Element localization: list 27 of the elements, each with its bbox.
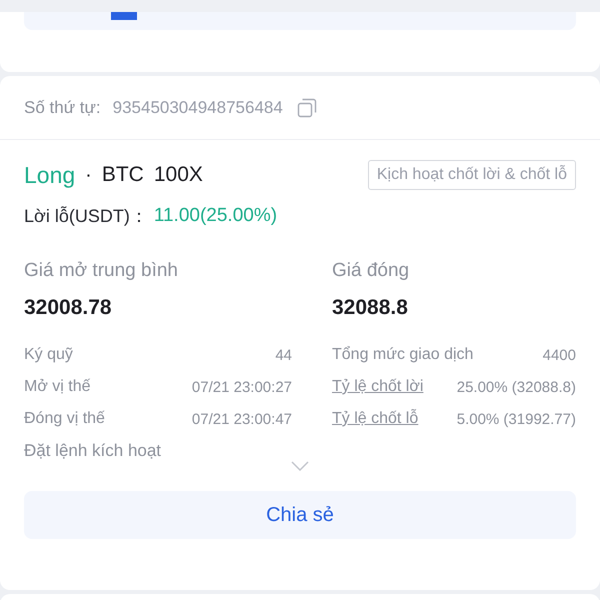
pnl-label: Lời lỗ(USDT)： xyxy=(24,205,148,228)
price-value: 32088.8 xyxy=(332,296,409,320)
detail-value: 44 xyxy=(275,346,292,364)
detail-label: Tổng mức giao dịch xyxy=(332,346,474,364)
order-number: 935450304948756484 xyxy=(112,98,283,118)
trigger-order-label: Đặt lệnh kích hoạt xyxy=(24,441,162,461)
detail-label: Đóng vị thế xyxy=(24,410,105,428)
symbol: BTC xyxy=(102,163,144,187)
detail-value: 07/21 23:00:47 xyxy=(192,410,292,428)
detail-label: Ký quỹ xyxy=(24,346,73,364)
trigger-tag[interactable]: Kịch hoạt chốt lời & chốt lỗ xyxy=(368,160,576,190)
share-button[interactable]: Chia sẻ xyxy=(24,491,576,539)
detail-label: Mở vị thế xyxy=(24,378,91,396)
price-label: Giá mở trung bình xyxy=(24,260,179,282)
detail-value: 5.00% (31992.77) xyxy=(456,410,576,428)
detail-value: 07/21 23:00:27 xyxy=(192,378,292,396)
price-label: Giá đóng xyxy=(332,260,410,282)
price-value: 32008.78 xyxy=(24,296,113,320)
position-side: Long xyxy=(24,162,76,188)
separator: · xyxy=(85,164,92,186)
detail-value: 4400 xyxy=(542,346,576,364)
detail-link[interactable]: Tỷ lệ chốt lỗ xyxy=(332,410,418,428)
pnl-value: 11.00(25.00%) xyxy=(154,205,278,227)
detail-link[interactable]: Tỷ lệ chốt lời xyxy=(332,378,424,396)
leverage: 100X xyxy=(154,163,203,187)
detail-value: 25.00% (32088.8) xyxy=(456,378,576,396)
order-label: Số thứ tự: xyxy=(24,98,101,118)
